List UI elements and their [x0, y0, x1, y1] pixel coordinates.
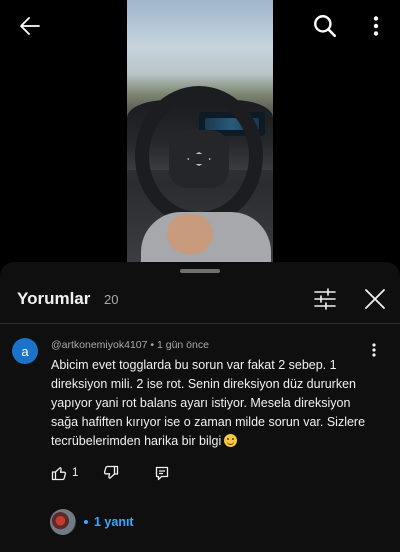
sort-filter-button[interactable] [312, 286, 338, 312]
video-player[interactable] [0, 0, 400, 262]
view-replies-button[interactable]: 1 yanıt [50, 509, 134, 535]
arrow-left-icon [20, 17, 40, 35]
more-options-button[interactable] [360, 10, 392, 42]
reply-button[interactable] [155, 462, 185, 484]
close-button[interactable] [362, 286, 388, 312]
search-icon [314, 15, 337, 38]
comment-author-and-time[interactable]: @artkonemiyok4107 • 1 gün önce [51, 339, 209, 351]
drag-handle[interactable] [180, 269, 220, 273]
replies-dot [84, 520, 88, 524]
driver-hand [167, 214, 213, 254]
thumbs-down-icon [103, 465, 119, 479]
reply-comment-icon [155, 466, 169, 480]
comments-title: Yorumlar [17, 289, 91, 308]
video-frame[interactable] [127, 0, 273, 262]
like-count: 1 [72, 467, 79, 479]
like-button[interactable]: 1 [51, 462, 103, 484]
comment-actions: 1 [51, 462, 185, 484]
tune-icon [314, 288, 336, 310]
thumbs-up-icon [51, 467, 67, 481]
replier-avatar [50, 509, 76, 535]
back-button[interactable] [14, 10, 46, 42]
replies-label: 1 yanıt [94, 515, 134, 529]
comments-count: 20 [104, 292, 119, 307]
comment-body: Abicim evet togglarda bu sorun var fakat… [51, 356, 373, 451]
dislike-button[interactable] [103, 462, 155, 484]
comment-text: Abicim evet togglarda bu sorun var fakat… [51, 358, 366, 448]
search-button[interactable] [309, 10, 341, 42]
more-vert-icon [373, 16, 379, 36]
grinning-face-emoji-icon [224, 434, 238, 447]
header-divider [0, 323, 400, 324]
comments-sheet: Yorumlar 20 a @artkonemiyok4107 • 1 gün … [0, 262, 400, 552]
close-icon [365, 289, 385, 309]
commenter-avatar[interactable]: a [12, 338, 38, 364]
